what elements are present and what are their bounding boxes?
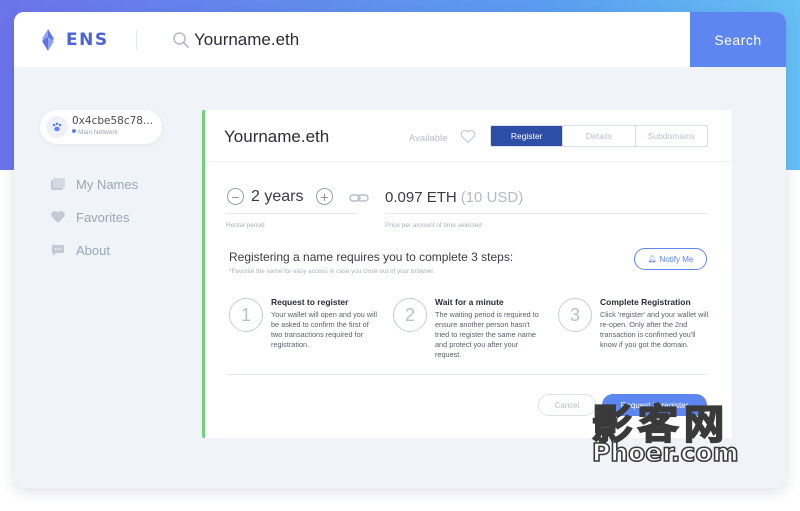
- domain-tabs: Register Details Subdomains: [490, 125, 708, 147]
- rental-period-label: Rental period: [226, 222, 265, 229]
- price-label: Price per amount of time selected: [385, 222, 482, 229]
- step-3-description: Click 'register' and your wallet will re…: [600, 310, 709, 349]
- notify-me-button[interactable]: 🔔︎ Notify Me: [634, 248, 707, 270]
- search-icon: [173, 32, 189, 48]
- decrease-years-button[interactable]: −: [227, 188, 244, 205]
- step-1-description: Your wallet will open and you will be as…: [271, 310, 378, 349]
- sidebar-item-label: Favorites: [76, 209, 130, 225]
- step-2-description: The waiting period is required to ensure…: [435, 310, 539, 359]
- network-name: Main Network: [78, 129, 118, 136]
- domain-name: Yourname.eth: [224, 127, 330, 146]
- logo-text: ENS: [66, 30, 109, 50]
- search-button[interactable]: Search: [690, 12, 786, 67]
- domain-header: Yourname.eth Available Register Details …: [205, 110, 732, 162]
- tab-details[interactable]: Details: [563, 126, 636, 146]
- rental-years: 2 years: [251, 188, 304, 205]
- steps-title: Registering a name requires you to compl…: [229, 250, 514, 264]
- top-bar: ENS Search: [14, 12, 786, 67]
- network-status-dot: [72, 129, 76, 133]
- heart-icon: [51, 211, 65, 223]
- notify-label: Notify Me: [659, 254, 694, 264]
- domain-panel: Yourname.eth Available Register Details …: [202, 110, 732, 438]
- step-3-number: 3: [558, 298, 592, 332]
- folder-icon: [51, 178, 65, 190]
- ens-logo-icon: [42, 29, 54, 51]
- price-divider: [385, 213, 707, 214]
- cancel-button[interactable]: Cancel: [538, 394, 596, 416]
- chat-icon: [52, 245, 64, 256]
- account-badge[interactable]: 0x4cbe58c78... Main Network: [40, 110, 162, 144]
- account-address: 0x4cbe58c78...: [72, 115, 153, 127]
- step-2-number: 2: [393, 298, 427, 332]
- network-label: Main Network: [72, 129, 118, 136]
- sidebar-item-label: About: [76, 242, 110, 258]
- step-2-title: Wait for a minute: [435, 297, 504, 307]
- avatar: [46, 116, 68, 138]
- sidebar-item-label: My Names: [76, 176, 139, 192]
- step-1-title: Request to register: [271, 297, 349, 307]
- step-3-title: Complete Registration: [600, 297, 691, 307]
- paw-icon: [52, 122, 62, 132]
- app-window: ENS Search 0x4cbe58c78... Main Network M…: [14, 12, 786, 488]
- step-1-number: 1: [229, 298, 263, 332]
- tab-subdomains[interactable]: Subdomains: [636, 126, 707, 146]
- price-display: 0.097 ETH (10 USD): [385, 189, 523, 206]
- increase-years-button[interactable]: +: [316, 188, 333, 205]
- header-divider: [136, 30, 137, 50]
- actions-divider: [226, 374, 707, 375]
- request-register-button[interactable]: Request to register: [602, 394, 707, 416]
- search-input[interactable]: [194, 26, 674, 54]
- favorite-heart-icon[interactable]: [460, 129, 476, 144]
- steps-subtitle: *Favorite the name for easy access in ca…: [229, 268, 435, 275]
- ens-logo[interactable]: ENS: [38, 28, 109, 52]
- sidebar-item-about[interactable]: About: [50, 240, 110, 260]
- bell-icon: 🔔︎: [647, 256, 657, 263]
- price-usd: (10 USD): [460, 189, 524, 206]
- price-eth: 0.097 ETH: [385, 189, 457, 206]
- tab-register[interactable]: Register: [491, 126, 564, 146]
- sidebar-item-favorites[interactable]: Favorites: [50, 207, 129, 227]
- link-icon: [349, 194, 369, 202]
- sidebar-item-my-names[interactable]: My Names: [50, 174, 138, 194]
- availability-status: Available: [409, 133, 448, 144]
- rental-divider: [226, 213, 356, 214]
